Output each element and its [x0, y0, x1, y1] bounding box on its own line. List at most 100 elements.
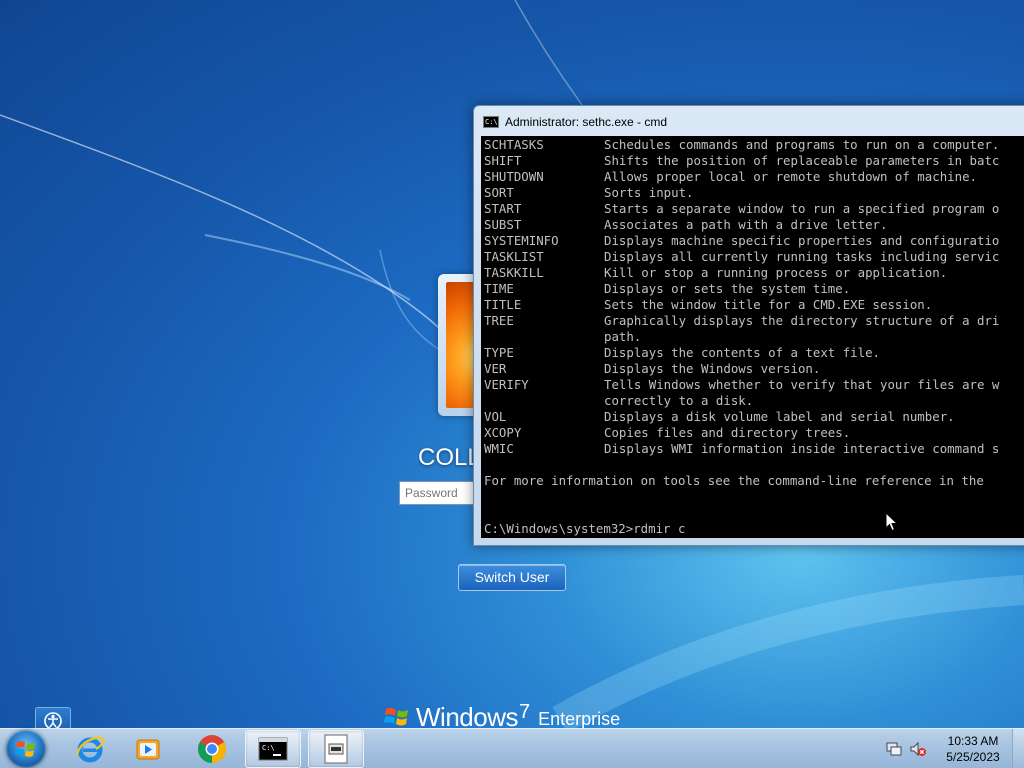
command-row: TREE Graphically displays the directory s… — [484, 313, 1024, 329]
command-description: Displays the contents of a text file. — [604, 345, 881, 360]
command-name: TREE — [484, 313, 514, 328]
command-description: Displays machine specific properties and… — [604, 233, 1000, 248]
taskbar-media-player[interactable] — [120, 730, 176, 768]
brand-version: 7 — [518, 704, 531, 723]
password-field[interactable] — [399, 481, 477, 505]
command-name: VER — [484, 361, 507, 376]
network-icon[interactable] — [885, 740, 903, 758]
command-row: SORT Sorts input. — [484, 185, 1024, 201]
taskbar-cmd[interactable]: C:\ — [245, 730, 301, 768]
help-footer: For more information on tools see the co… — [484, 473, 984, 488]
command-row: correctly to a disk. — [484, 393, 1024, 409]
command-name: START — [484, 201, 522, 216]
command-row: SHIFT Shifts the position of replaceable … — [484, 153, 1024, 169]
command-description: Graphically displays the directory struc… — [604, 313, 1000, 328]
taskbar-sethc[interactable] — [308, 730, 364, 768]
command-name: SORT — [484, 185, 514, 200]
command-list: SCHTASKS Schedules commands and programs … — [484, 137, 1024, 457]
clock-time: 10:33 AM — [947, 734, 999, 748]
command-name: TYPE — [484, 345, 514, 360]
command-name: TITLE — [484, 297, 522, 312]
command-name: SYSTEMINFO — [484, 233, 559, 248]
command-row: XCOPY Copies files and directory trees. — [484, 425, 1024, 441]
console-output[interactable]: SCHTASKS Schedules commands and programs … — [481, 136, 1024, 538]
command-description: path. — [604, 329, 642, 344]
brand-name: Windows — [416, 704, 518, 730]
command-name: VOL — [484, 409, 507, 424]
command-description: Sorts input. — [604, 185, 694, 200]
windows-logo-icon — [15, 741, 35, 757]
show-desktop-button[interactable] — [1012, 729, 1024, 768]
command-description: Displays WMI information inside interact… — [604, 441, 1000, 456]
command-row: path. — [484, 329, 1024, 345]
command-row: SYSTEMINFO Displays machine specific prop… — [484, 233, 1024, 249]
username-label: COLL — [418, 444, 478, 471]
clock[interactable]: 10:33 AM 5/25/2023 — [940, 733, 1006, 765]
command-name — [484, 329, 604, 345]
command-name — [484, 393, 604, 409]
command-name: SHIFT — [484, 153, 522, 168]
command-row: VERIFY Tells Windows whether to verify th… — [484, 377, 1024, 393]
command-name: WMIC — [484, 441, 514, 456]
command-description: Displays a disk volume label and serial … — [604, 409, 955, 424]
command-description: Copies files and directory trees. — [604, 425, 851, 440]
chrome-icon — [198, 735, 226, 763]
cmd-window[interactable]: C:\ Administrator: sethc.exe - cmd SCHTA… — [473, 105, 1024, 546]
command-description: Shifts the position of replaceable param… — [604, 153, 1000, 168]
start-button[interactable] — [6, 730, 46, 768]
mouse-cursor-icon — [885, 512, 899, 532]
command-description: Allows proper local or remote shutdown o… — [604, 169, 977, 184]
taskbar-internet-explorer[interactable] — [62, 730, 118, 768]
cmd-icon: C:\ — [258, 737, 288, 761]
svg-text:C:\: C:\ — [262, 744, 275, 752]
command-name: SCHTASKS — [484, 137, 544, 152]
command-description: Starts a separate window to run a specif… — [604, 201, 1000, 216]
system-tray — [885, 729, 927, 768]
window-title: Administrator: sethc.exe - cmd — [505, 115, 668, 129]
command-row: TIME Displays or sets the system time. — [484, 281, 1024, 297]
taskbar: C:\ 10:33 AM 5/25/2023 — [0, 728, 1024, 768]
command-description: Schedules commands and programs to run o… — [604, 137, 1000, 152]
command-description: Sets the window title for a CMD.EXE sess… — [604, 297, 933, 312]
media-player-icon — [136, 739, 160, 760]
volume-muted-icon[interactable] — [909, 740, 927, 758]
command-row: SHUTDOWN Allows proper local or remote sh… — [484, 169, 1024, 185]
command-description: Tells Windows whether to verify that you… — [604, 377, 1000, 392]
command-description: Associates a path with a drive letter. — [604, 217, 888, 232]
windows-branding: Windows 7 Enterprise — [384, 704, 644, 730]
windows-flag-icon — [384, 707, 408, 726]
command-row: TASKKILL Kill or stop a running process o… — [484, 265, 1024, 281]
clock-date: 5/25/2023 — [946, 750, 1000, 764]
command-name: TASKLIST — [484, 249, 544, 264]
command-row: WMIC Displays WMI information inside inte… — [484, 441, 1024, 457]
command-row: TYPE Displays the contents of a text file… — [484, 345, 1024, 361]
cmd-icon: C:\ — [483, 116, 499, 128]
command-row: VOL Displays a disk volume label and seri… — [484, 409, 1024, 425]
command-name: XCOPY — [484, 425, 522, 440]
brand-edition: Enterprise — [538, 709, 621, 729]
command-name: TIME — [484, 281, 514, 296]
command-name: VERIFY — [484, 377, 529, 392]
command-prompt[interactable]: C:\Windows\system32>rdmir c — [484, 521, 1024, 537]
command-row: SUBST Associates a path with a drive lett… — [484, 217, 1024, 233]
switch-user-button[interactable]: Switch User — [458, 564, 566, 591]
command-description: correctly to a disk. — [604, 393, 754, 408]
cmd-titlebar[interactable]: C:\ Administrator: sethc.exe - cmd — [474, 106, 1024, 136]
command-row: TITLE Sets the window title for a CMD.EXE… — [484, 297, 1024, 313]
command-row: SCHTASKS Schedules commands and programs … — [484, 137, 1024, 153]
command-name: SHUTDOWN — [484, 169, 544, 184]
command-row: TASKLIST Displays all currently running t… — [484, 249, 1024, 265]
taskbar-chrome[interactable] — [184, 730, 240, 768]
command-name: TASKKILL — [484, 265, 544, 280]
command-description: Displays or sets the system time. — [604, 281, 851, 296]
command-description: Displays all currently running tasks inc… — [604, 249, 1000, 264]
command-row: VER Displays the Windows version. — [484, 361, 1024, 377]
ie-icon — [75, 736, 105, 763]
command-row: START Starts a separate window to run a s… — [484, 201, 1024, 217]
command-name: SUBST — [484, 217, 522, 232]
command-description: Displays the Windows version. — [604, 361, 821, 376]
app-window-icon — [324, 734, 348, 764]
